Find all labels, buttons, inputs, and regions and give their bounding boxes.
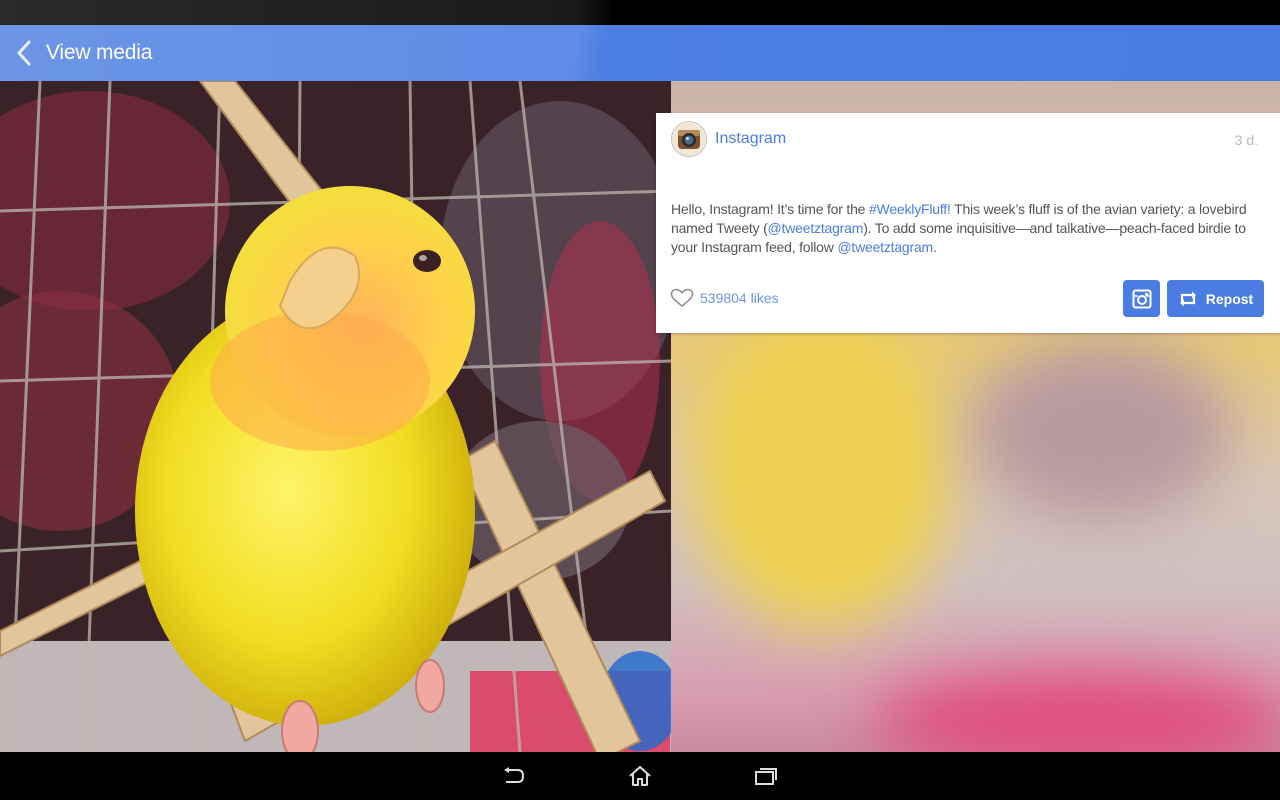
system-back-button[interactable] — [482, 752, 546, 800]
mention-link[interactable]: @tweetztagram — [768, 220, 864, 236]
caption-text: . — [933, 239, 937, 255]
repost-button[interactable]: Repost — [1167, 280, 1264, 317]
blur-shape — [971, 341, 1231, 521]
instagram-icon — [1132, 289, 1151, 308]
heart-icon — [670, 288, 694, 307]
blur-shape — [691, 311, 951, 631]
likes-count: 539804 likes — [700, 290, 779, 306]
back-arrow-icon — [504, 767, 525, 783]
home-icon — [629, 766, 651, 786]
recent-apps-icon — [755, 768, 777, 785]
system-home-button[interactable] — [608, 752, 672, 800]
post-header: Instagram — [671, 121, 786, 157]
status-bar — [0, 0, 1280, 25]
blur-shape — [871, 671, 1280, 752]
media-photo[interactable] — [0, 81, 671, 752]
system-recents-button[interactable] — [734, 752, 798, 800]
post-card: Instagram 3 d. Hello, Instagram! It’s ti… — [656, 113, 1280, 333]
back-button[interactable]: View media — [0, 25, 152, 81]
caption-text: Hello, Instagram! It’s time for the — [671, 201, 869, 217]
lovebird-image — [0, 81, 671, 752]
app-bar: View media — [0, 25, 1280, 81]
open-in-instagram-button[interactable] — [1123, 280, 1160, 317]
post-caption: Hello, Instagram! It’s time for the #Wee… — [671, 200, 1269, 257]
system-navigation-bar — [0, 752, 1280, 800]
post-timestamp: 3 d. — [1234, 132, 1258, 148]
hashtag-link[interactable]: #WeeklyFluff! — [869, 201, 951, 217]
page-title: View media — [46, 41, 153, 64]
avatar[interactable] — [671, 121, 707, 157]
chevron-left-icon — [17, 40, 31, 66]
likes-button[interactable]: 539804 likes — [670, 288, 779, 308]
username-link[interactable]: Instagram — [715, 130, 786, 148]
mention-link[interactable]: @tweetztagram — [837, 239, 933, 255]
repost-label: Repost — [1205, 290, 1254, 307]
instagram-logo-icon — [673, 123, 705, 155]
repost-icon — [1179, 291, 1196, 306]
